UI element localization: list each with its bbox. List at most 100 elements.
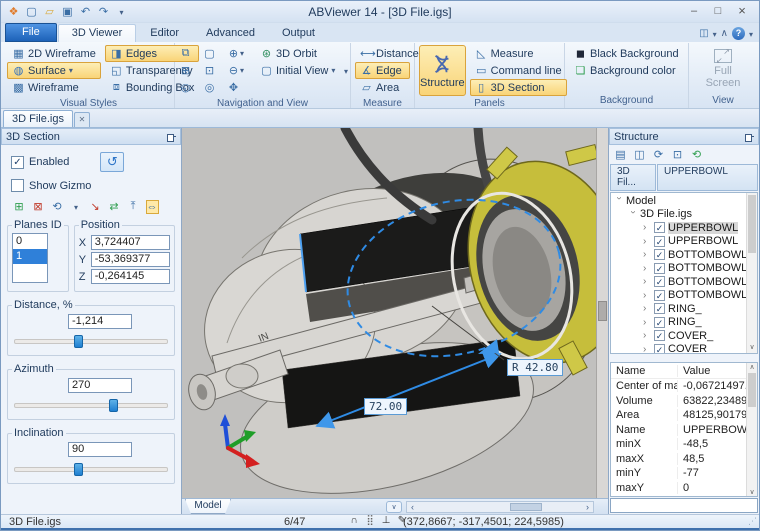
minimize-icon[interactable] <box>683 4 705 19</box>
3d-viewport[interactable]: IN R 42.80 72.00 <box>182 128 608 498</box>
expand-arrow-icon[interactable] <box>643 303 651 314</box>
wireframe-2d-icon[interactable]: 2D Wireframe <box>7 45 101 62</box>
expand-arrow-icon[interactable] <box>614 197 625 205</box>
tree-row[interactable]: COVER_ <box>611 329 757 343</box>
slider-track[interactable] <box>14 339 168 344</box>
scroll-down-icon[interactable] <box>747 343 757 353</box>
length-dimension-label[interactable]: 72.00 <box>364 398 407 415</box>
slider-track[interactable] <box>14 467 168 472</box>
view-35-icon[interactable] <box>179 79 203 96</box>
tab-3d-viewer[interactable]: 3D Viewer <box>58 24 137 42</box>
visibility-checkbox[interactable] <box>654 236 665 247</box>
flip-plane-icon[interactable] <box>106 200 122 213</box>
expand-arrow-icon[interactable] <box>643 249 651 260</box>
property-row[interactable]: Name UPPERBOWL <box>611 423 746 438</box>
rotate-plane-icon[interactable] <box>49 200 65 213</box>
viewport-horizontal-scrollbar[interactable]: ‹ › <box>406 501 594 513</box>
property-row[interactable]: Volume 63822,23489... <box>611 394 746 409</box>
zoom-extents-icon[interactable] <box>203 62 227 79</box>
panel-layout-icon[interactable] <box>699 28 708 39</box>
copy-view-icon[interactable] <box>179 45 203 62</box>
preview-icon[interactable] <box>203 79 227 96</box>
pan-icon[interactable] <box>227 79 251 96</box>
plane-id-item[interactable]: 1 <box>13 249 47 264</box>
expand-arrow-icon[interactable] <box>643 263 651 274</box>
scroll-right-icon[interactable]: › <box>582 502 593 512</box>
view-presets-dropdown-icon[interactable]: ▾ <box>344 67 348 76</box>
tab-advanced[interactable]: Advanced <box>193 25 268 42</box>
position-input[interactable]: 3,724407 <box>91 235 170 250</box>
area-icon[interactable]: Area <box>355 79 410 96</box>
zoom-in-icon[interactable]: ▾ <box>227 45 251 62</box>
command-line-icon[interactable]: Command line <box>470 62 567 79</box>
structure-filter-box[interactable] <box>610 498 758 513</box>
dropdown-icon[interactable]: ▾ <box>240 49 244 58</box>
add-plane-icon[interactable] <box>11 200 27 213</box>
dropdown-icon[interactable] <box>713 28 717 40</box>
property-row[interactable]: maxX 48,5 <box>611 452 746 467</box>
tree-row[interactable]: BOTTOMBOWL <box>611 262 757 276</box>
zoom-window-icon[interactable] <box>203 45 227 62</box>
expand-arrow-icon[interactable] <box>643 317 651 328</box>
background-color-icon[interactable]: Background color <box>569 62 684 79</box>
property-row[interactable]: maxY 0 <box>611 481 746 496</box>
expand-arrow-icon[interactable] <box>643 330 651 341</box>
initial-view-icon[interactable]: Initial View ▾ <box>255 62 340 79</box>
undo-icon[interactable] <box>78 5 93 18</box>
visibility-checkbox[interactable] <box>654 276 665 287</box>
save-structure-icon[interactable] <box>670 148 685 161</box>
tree-row[interactable]: COVER_ <box>611 343 757 355</box>
property-row[interactable]: minY -77 <box>611 466 746 481</box>
refresh-icon[interactable] <box>651 148 666 161</box>
redo-icon[interactable] <box>96 5 111 18</box>
structure-tab-file[interactable]: 3D Fil... <box>610 164 656 191</box>
help-icon[interactable] <box>732 27 745 40</box>
visibility-checkbox[interactable] <box>654 344 665 354</box>
cascade-windows-icon[interactable] <box>179 62 203 79</box>
dropdown-icon[interactable] <box>68 201 84 213</box>
full-screen-button[interactable]: Full Screen <box>695 45 751 93</box>
slider-value-input[interactable]: -1,214 <box>68 314 132 329</box>
tree-row[interactable]: BOTTOMBOWL <box>611 248 757 262</box>
expand-arrow-icon[interactable] <box>628 210 639 218</box>
top-view-icon[interactable] <box>125 200 141 213</box>
property-row[interactable]: Area 48125,90179... <box>611 408 746 423</box>
reload-icon[interactable] <box>689 148 704 161</box>
scroll-left-icon[interactable]: ‹ <box>407 502 418 512</box>
position-input[interactable]: -53,369377 <box>91 252 170 267</box>
expand-arrow-icon[interactable] <box>643 236 651 247</box>
property-row[interactable]: Center of ma -0,06721497... <box>611 379 746 394</box>
dropdown-icon[interactable] <box>749 28 753 40</box>
slider-value-input[interactable]: 270 <box>68 378 132 393</box>
delete-plane-icon[interactable] <box>30 200 46 213</box>
layout-tab-model[interactable]: Model <box>185 499 231 514</box>
pin-icon[interactable] <box>745 132 754 141</box>
property-row[interactable]: minX -48,5 <box>611 437 746 452</box>
section-3d-icon[interactable]: 3D Section <box>470 79 567 96</box>
section-tool-icon[interactable] <box>100 152 124 172</box>
pin-icon[interactable] <box>167 132 176 141</box>
fit-plane-icon[interactable] <box>144 201 160 213</box>
scrollbar-thumb[interactable] <box>510 503 542 511</box>
expand-arrow-icon[interactable] <box>643 222 651 233</box>
surface-icon[interactable]: Surface ▾ <box>7 62 101 79</box>
maximize-icon[interactable] <box>707 4 729 19</box>
dropdown-icon[interactable]: ▾ <box>331 66 335 75</box>
viewport-vertical-scrollbar[interactable] <box>596 128 608 498</box>
tree-row[interactable]: 3D File.igs <box>611 208 757 222</box>
radius-dimension-label[interactable]: R 42.80 <box>507 359 563 376</box>
tree-row[interactable]: BOTTOMBOWL <box>611 289 757 303</box>
app-icon[interactable] <box>6 5 21 18</box>
visibility-checkbox[interactable] <box>654 263 665 274</box>
panel-splitter[interactable] <box>609 355 759 362</box>
snap-icon[interactable] <box>348 515 360 526</box>
expand-arrow-icon[interactable] <box>643 276 651 287</box>
black-background-icon[interactable]: Black Background <box>569 45 684 62</box>
ortho-icon[interactable] <box>380 515 392 526</box>
scrollbar-thumb[interactable] <box>598 301 607 321</box>
visibility-checkbox[interactable] <box>654 303 665 314</box>
distance-icon[interactable]: Distance <box>355 45 410 62</box>
document-close-icon[interactable] <box>74 112 90 127</box>
measure-panel-icon[interactable]: Measure <box>470 45 567 62</box>
visibility-checkbox[interactable] <box>654 222 665 233</box>
